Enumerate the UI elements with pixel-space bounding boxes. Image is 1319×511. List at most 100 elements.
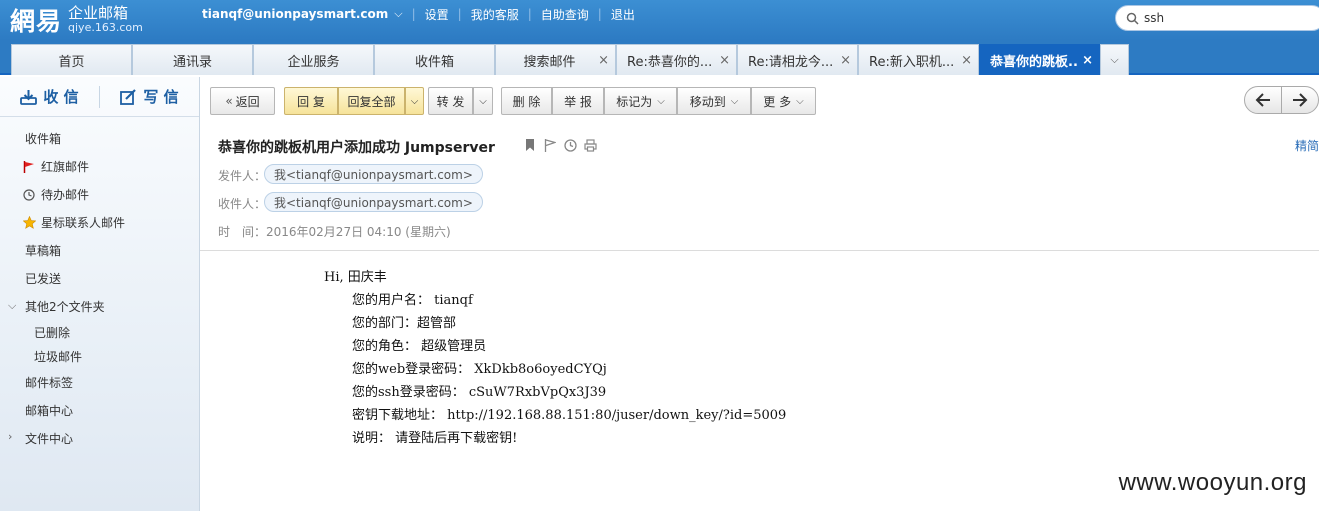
user-account-menu[interactable]: tianqf@unionpaysmart.com	[202, 7, 388, 21]
receive-mail-button[interactable]: 收 信	[0, 86, 99, 107]
body-ssh-password: 您的ssh登录密码： cSuW7RxbVpQx3J39	[352, 385, 607, 400]
close-icon[interactable]: ×	[719, 53, 730, 68]
tab-label: 搜索邮件	[523, 54, 576, 70]
back-label: 返回	[235, 94, 260, 109]
recipient-chip[interactable]: 我<tianqf@unionpaysmart.com>	[264, 192, 483, 212]
folder-mailbox-center[interactable]: 邮箱中心	[25, 402, 73, 419]
forward-button[interactable]: 转 发	[428, 87, 473, 115]
receive-label: 收 信	[43, 88, 79, 106]
flag-icon[interactable]	[542, 137, 558, 153]
folder-label: 已发送	[25, 272, 62, 286]
reply-label: 回 复	[297, 94, 325, 109]
body-key-download-url[interactable]: 密钥下载地址： http://192.168.88.151:80/juser/d…	[352, 404, 786, 423]
reply-dropdown-button[interactable]: ⌵	[405, 87, 424, 115]
move-to-dropdown[interactable]: 移动到 ⌵	[677, 87, 751, 115]
reply-all-button[interactable]: 回复全部	[338, 87, 405, 115]
folder-label: 已删除	[34, 326, 71, 340]
close-icon[interactable]: ×	[840, 53, 851, 68]
tab-search-mail[interactable]: 搜索邮件 ×	[495, 44, 616, 75]
chevron-down-icon[interactable]: ⌵	[394, 7, 402, 21]
chevron-down-icon: ⌵	[410, 95, 419, 107]
sender-chip[interactable]: 我<tianqf@unionpaysmart.com>	[264, 164, 483, 184]
download-icon	[20, 89, 38, 105]
tab-inbox[interactable]: 收件箱	[374, 44, 495, 75]
compose-mail-button[interactable]: 写 信	[100, 86, 199, 107]
chevron-down-icon: ⌵	[479, 95, 487, 107]
forward-dropdown-button[interactable]: ⌵	[473, 87, 493, 115]
chevron-down-icon: ⌵	[657, 95, 665, 107]
body-username: 您的用户名： tianqf	[352, 293, 473, 308]
watermark: www.wooyun.org	[1114, 469, 1311, 497]
mail-time: 2016年02月27日 04:10 (星期六)	[266, 225, 451, 239]
folder-flagged[interactable]: 红旗邮件	[23, 158, 89, 175]
folder-sent[interactable]: 已发送	[25, 270, 61, 287]
tab-overflow-button[interactable]: ⌵	[1100, 44, 1129, 75]
customer-service-link[interactable]: 我的客服	[471, 6, 519, 23]
settings-link[interactable]: 设置	[425, 6, 449, 23]
tab-contacts[interactable]: 通讯录	[132, 44, 253, 75]
folder-label: 其他2个文件夹	[25, 300, 105, 314]
logout-link[interactable]: 退出	[611, 6, 635, 23]
search-icon[interactable]	[1126, 12, 1139, 25]
from-label: 发件人：	[218, 169, 267, 183]
logo-domain: qiye.163.com	[68, 21, 143, 35]
mail-toolbar: « 返回 回 复 回复全部 ⌵ 转 发 ⌵ 删 除 举 报 标记为 ⌵ 移动到 …	[200, 77, 1319, 123]
divider: |	[597, 7, 602, 21]
search-input[interactable]	[1144, 11, 1294, 25]
folder-deleted[interactable]: 已删除	[34, 324, 70, 341]
to-label: 收件人：	[218, 197, 267, 211]
tab-label: 收件箱	[414, 54, 454, 70]
close-icon[interactable]: ×	[961, 53, 972, 68]
chevron-down-icon[interactable]: ⌵	[8, 299, 16, 313]
body-note: 说明： 请登陆后再下载密钥!	[352, 431, 518, 446]
tab-mail-re-request[interactable]: Re:请相龙今... ×	[737, 44, 858, 75]
folder-file-center[interactable]: 文件中心	[25, 430, 73, 447]
folder-starred-contacts[interactable]: 星标联系人邮件	[23, 214, 125, 231]
tab-bar: 首页 通讯录 企业服务 收件箱 搜索邮件 × Re:恭喜你的... × Re:请…	[0, 40, 1319, 75]
chevron-right-icon[interactable]: ›	[8, 430, 12, 443]
folder-inbox[interactable]: 收件箱	[25, 130, 61, 147]
mark-as-dropdown[interactable]: 标记为 ⌵	[604, 87, 677, 115]
tab-enterprise-services[interactable]: 企业服务	[253, 44, 374, 75]
close-icon[interactable]: ×	[598, 53, 609, 68]
close-icon[interactable]: ×	[1082, 53, 1093, 68]
folder-mail-tags[interactable]: 邮件标签	[25, 374, 73, 391]
tab-home[interactable]: 首页	[11, 44, 132, 75]
bookmark-icon[interactable]	[522, 137, 538, 153]
folder-drafts[interactable]: 草稿箱	[25, 242, 61, 259]
time-label: 时 间：	[218, 225, 267, 239]
more-dropdown[interactable]: 更 多 ⌵	[751, 87, 816, 115]
folder-label: 收件箱	[25, 132, 62, 146]
previous-mail-button[interactable]	[1244, 86, 1282, 114]
tab-mail-re-congrats[interactable]: Re:恭喜你的... ×	[616, 44, 737, 75]
clock-icon[interactable]	[562, 137, 578, 153]
self-service-query-link[interactable]: 自助查询	[541, 6, 589, 23]
star-icon	[23, 216, 37, 229]
logo-brand: 網易	[10, 7, 63, 36]
delete-button[interactable]: 删 除	[501, 87, 552, 115]
body-department: 您的部门：超管部	[352, 316, 457, 331]
folder-label: 邮箱中心	[25, 404, 74, 418]
print-icon[interactable]	[582, 137, 598, 153]
search-box	[1115, 5, 1319, 31]
tab-current-mail[interactable]: 恭喜你的跳板.. ×	[979, 44, 1100, 75]
report-button[interactable]: 举 报	[552, 87, 604, 115]
tab-label: 首页	[58, 54, 85, 70]
folder-spam[interactable]: 垃圾邮件	[34, 348, 82, 365]
folder-label: 文件中心	[25, 432, 74, 446]
logo[interactable]: 網易 企业邮箱 qiye.163.com	[10, 0, 143, 40]
simple-view-link[interactable]: 精简	[1295, 137, 1319, 154]
divider: |	[411, 7, 416, 21]
compose-bar: 收 信 写 信	[0, 77, 199, 117]
tab-mail-re-new-hire[interactable]: Re:新入职机... ×	[858, 44, 979, 75]
red-flag-icon	[23, 160, 37, 173]
folder-other-folders[interactable]: 其他2个文件夹	[25, 298, 105, 315]
report-label: 举 报	[564, 94, 592, 109]
delete-label: 删 除	[512, 94, 541, 109]
back-button[interactable]: « 返回	[210, 87, 275, 115]
next-mail-button[interactable]	[1281, 86, 1319, 114]
folder-todo[interactable]: 待办邮件	[23, 186, 89, 203]
reply-button[interactable]: 回 复	[284, 87, 338, 115]
divider: |	[527, 7, 532, 21]
chevron-down-icon: ⌵	[730, 95, 739, 107]
